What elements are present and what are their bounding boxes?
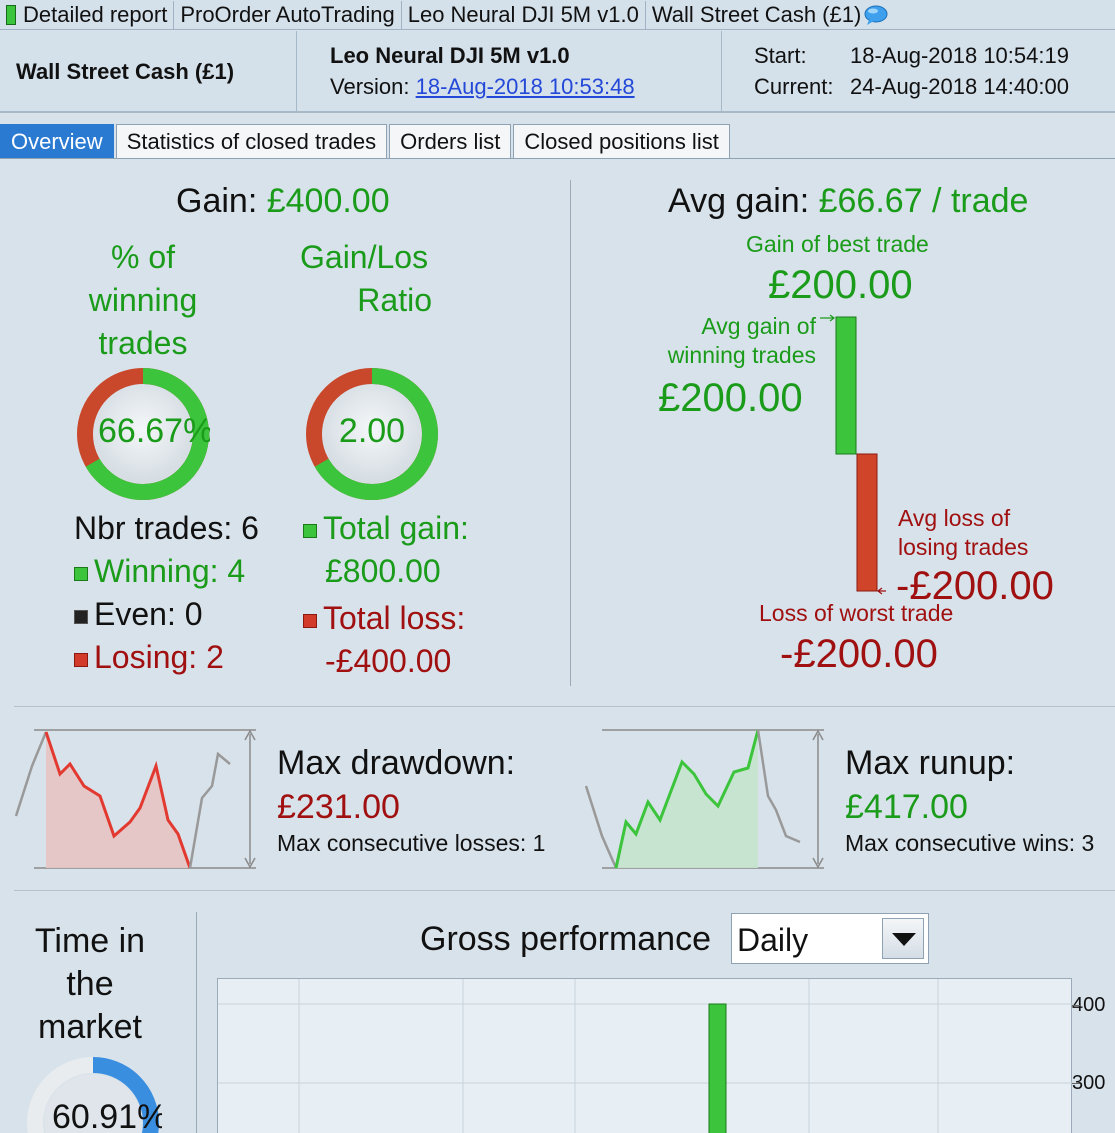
version-label: Version: xyxy=(330,74,410,99)
gl-ratio-label-line1: Gain/Los xyxy=(300,239,429,275)
report-tabs: Overview Statistics of closed trades Ord… xyxy=(0,124,732,158)
even-count: Even: 0 xyxy=(94,596,203,632)
total-loss-icon xyxy=(303,613,317,628)
tab-statistics[interactable]: Statistics of closed trades xyxy=(115,124,388,158)
avg-win-label: Avg gain of winning trades xyxy=(600,312,816,370)
drawdown-sparkline xyxy=(14,729,256,869)
gl-ratio-value: 2.00 xyxy=(338,412,406,450)
total-gain-label: Total gain: xyxy=(323,510,469,546)
pct-winning-label-line2: winning xyxy=(88,282,198,318)
time-in-market-label: Time in the market xyxy=(10,920,170,1049)
gross-performance-chart xyxy=(217,978,1073,1133)
chat-bubble-icon[interactable] xyxy=(863,5,889,25)
time-in-market-line1: Time in xyxy=(34,922,146,960)
avg-win-label-line2: winning trades xyxy=(667,342,816,368)
start-label: Start: xyxy=(754,43,807,68)
time-in-market-line2: the xyxy=(66,965,114,1003)
gross-perf-title: Gross performance xyxy=(420,920,711,958)
title-segment-proorder: ProOrder AutoTrading xyxy=(174,0,402,29)
drawdown-consec: Max consecutive losses: 1 xyxy=(277,830,546,856)
section-divider-1 xyxy=(14,706,1115,707)
pct-winning-label-line1: % of xyxy=(110,239,176,275)
tab-divider xyxy=(0,158,1115,159)
gl-ratio-label-line2: Ratio xyxy=(357,282,432,318)
window-title-bar: Detailed report ProOrder AutoTrading Leo… xyxy=(0,0,1115,30)
runup-consec: Max consecutive wins: 3 xyxy=(845,830,1095,856)
winning-legend-icon xyxy=(74,566,88,581)
best-trade-value: £200.00 xyxy=(768,263,913,307)
runup-title: Max runup: xyxy=(845,744,1016,782)
avg-loss-arrow xyxy=(877,587,886,595)
even-legend-icon xyxy=(74,609,88,624)
gain-row: Gain: £400.00 xyxy=(176,182,390,221)
totals: Total gain: £800.00 Total loss: -£400.00 xyxy=(303,507,469,683)
avg-loss-label-line2: losing trades xyxy=(898,534,1029,560)
total-loss-value: -£400.00 xyxy=(325,643,452,679)
pct-winning-label-line3: trades xyxy=(98,325,188,361)
avg-gain-label: Avg gain: xyxy=(668,182,810,220)
panel-divider xyxy=(570,180,571,686)
total-gain-value: £800.00 xyxy=(325,553,441,589)
start-value: 18-Aug-2018 10:54:19 xyxy=(850,43,1069,68)
dates-block: Start: 18-Aug-2018 10:54:19 Current: 24-Au… xyxy=(754,43,1069,105)
avg-win-arrow xyxy=(820,314,835,322)
total-loss-label: Total loss: xyxy=(323,600,466,636)
nbr-trades: Nbr trades: 6 xyxy=(74,510,259,546)
worst-trade-label: Loss of worst trade xyxy=(759,600,954,626)
time-in-market-line3: market xyxy=(38,1008,142,1046)
time-in-market-value: 60.91% xyxy=(52,1098,162,1133)
candlestick-icon xyxy=(3,3,17,27)
period-select[interactable]: Daily xyxy=(731,913,929,964)
worst-trade-value: -£200.00 xyxy=(780,632,938,676)
report-header: Wall Street Cash (£1) Leo Neural DJI 5M … xyxy=(0,31,1115,113)
avg-gain-loss-bars xyxy=(820,314,886,595)
y-tick-mark-300 xyxy=(1072,1083,1080,1084)
gain-label: Gain: xyxy=(176,182,258,220)
period-select-button[interactable] xyxy=(882,918,924,959)
version-link[interactable]: 18-Aug-2018 10:53:48 xyxy=(416,74,635,99)
tab-closed-positions[interactable]: Closed positions list xyxy=(513,124,730,158)
avg-win-label-line1: Avg gain of xyxy=(701,313,816,339)
tab-orders-list[interactable]: Orders list xyxy=(389,124,512,158)
losing-legend-icon xyxy=(74,652,88,667)
avg-win-value: £200.00 xyxy=(658,376,803,420)
avg-gain-row: Avg gain: £66.67 / trade xyxy=(668,182,1028,221)
y-tick-mark-400 xyxy=(1072,1005,1080,1006)
avg-loss-label: Avg loss of losing trades xyxy=(898,504,1028,562)
gross-perf-grid xyxy=(218,979,1073,1133)
drawdown-value: £231.00 xyxy=(277,788,400,826)
runup-sparkline xyxy=(584,729,824,869)
tab-overview[interactable]: Overview xyxy=(0,124,114,158)
drawdown-title: Max drawdown: xyxy=(277,744,516,782)
current-value: 24-Aug-2018 14:40:00 xyxy=(850,74,1069,99)
best-trade-label: Gain of best trade xyxy=(746,231,929,257)
chevron-down-icon xyxy=(892,933,916,946)
losing-count: Losing: 2 xyxy=(94,639,224,675)
version-row: Version: 18-Aug-2018 10:53:48 xyxy=(330,74,635,100)
instrument-name: Wall Street Cash (£1) xyxy=(16,59,235,84)
bottom-divider xyxy=(196,912,197,1133)
total-gain-icon xyxy=(303,523,317,538)
trade-counts: Nbr trades: 6 Winning: 4 Even: 0 Losing:… xyxy=(74,507,259,679)
current-label: Current: xyxy=(754,74,834,99)
title-segment-system: Leo Neural DJI 5M v1.0 xyxy=(402,0,646,29)
avg-loss-label-line1: Avg loss of xyxy=(898,505,1011,531)
title-segment-instrument: Wall Street Cash (£1) xyxy=(651,1,862,27)
gl-ratio-label: Gain/Los Ratio xyxy=(300,236,440,322)
section-divider-2 xyxy=(14,890,1115,891)
pct-winning-value: 66.67% xyxy=(98,412,210,450)
title-segment-report: Detailed report xyxy=(17,0,175,29)
runup-value: £417.00 xyxy=(845,788,968,826)
system-name: Leo Neural DJI 5M v1.0 xyxy=(330,43,570,68)
avg-win-bar xyxy=(835,316,857,455)
gain-value: £400.00 xyxy=(266,182,390,220)
avg-loss-bar xyxy=(856,453,878,592)
period-select-value: Daily xyxy=(737,922,809,958)
gross-perf-bar xyxy=(708,1003,727,1133)
avg-gain-value: £66.67 / trade xyxy=(818,182,1029,220)
winning-count: Winning: 4 xyxy=(94,553,246,589)
pct-winning-label: % of winning trades xyxy=(38,236,248,365)
